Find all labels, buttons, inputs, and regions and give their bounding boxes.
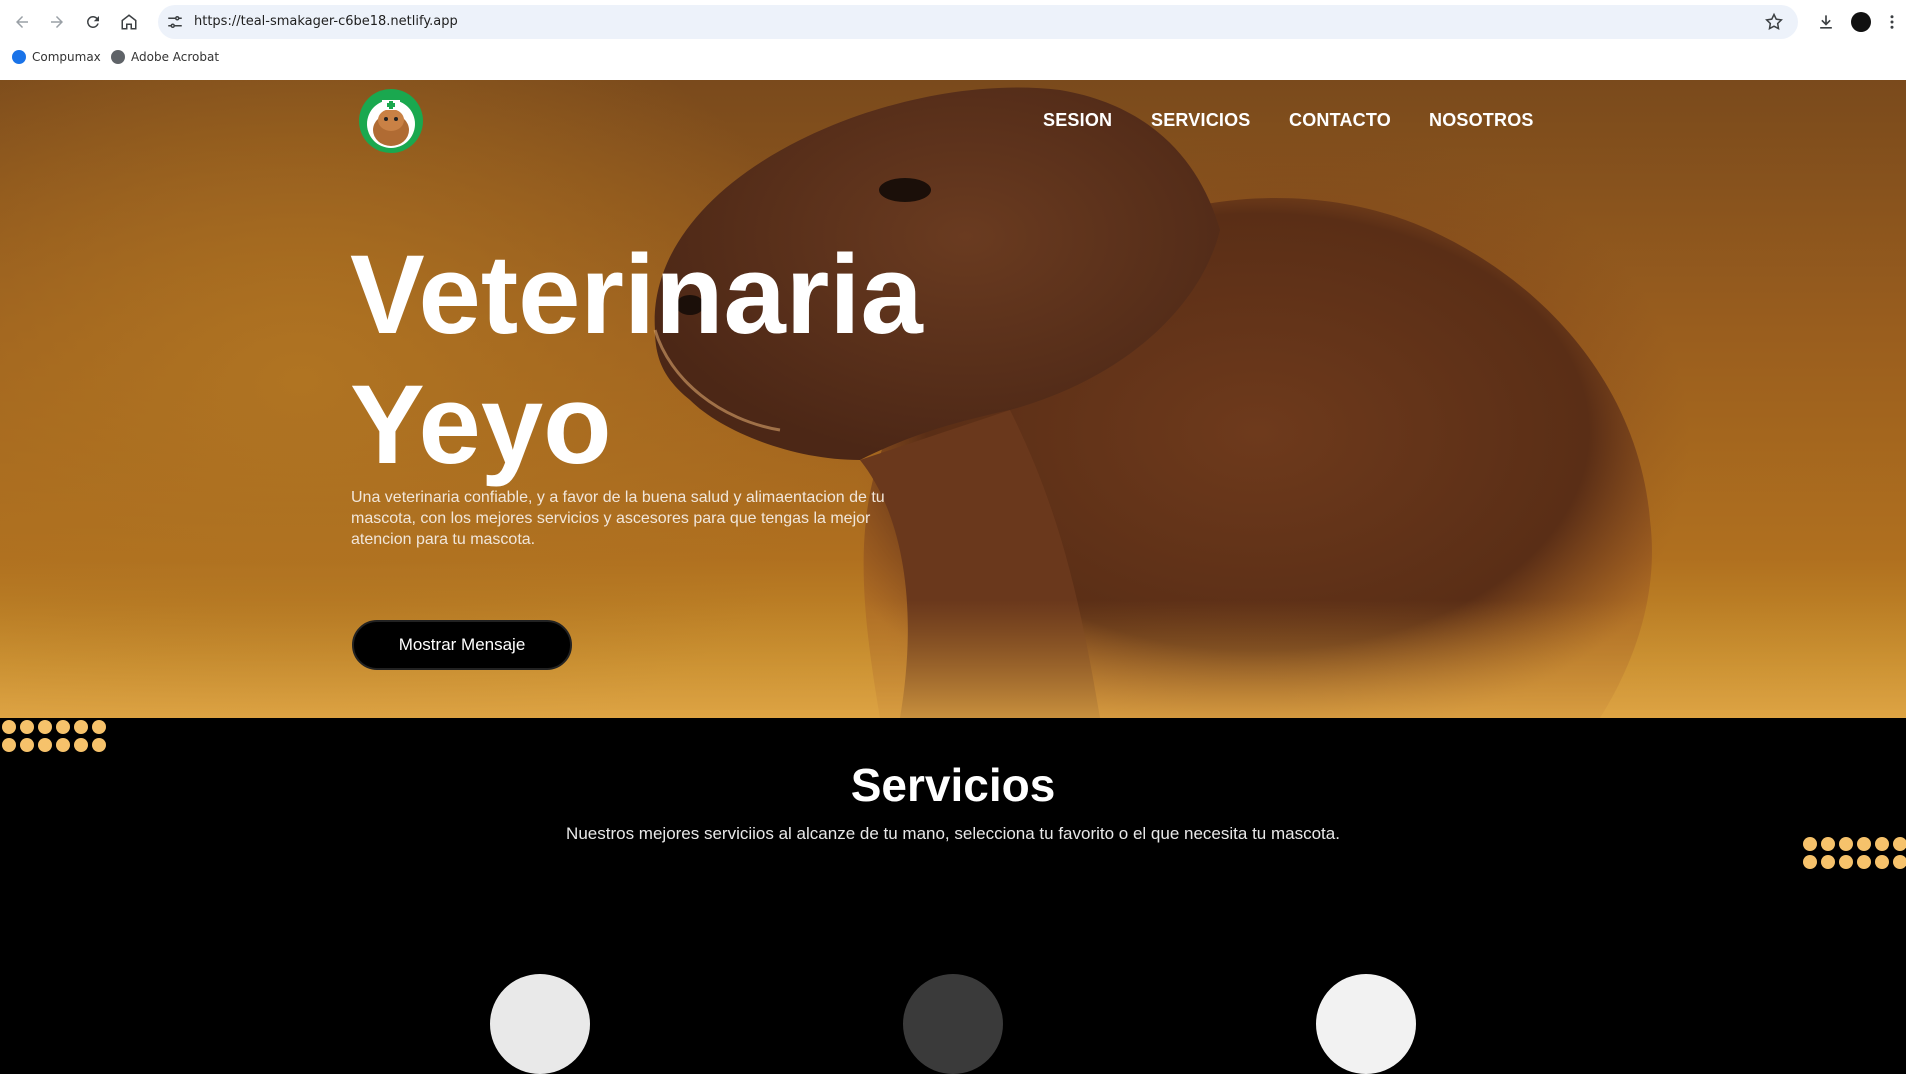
decorative-dots-left [2, 720, 106, 752]
services-subtitle: Nuestros mejores serviciios al alcanze d… [566, 824, 1340, 843]
forward-button[interactable] [45, 10, 69, 34]
browser-toolbar: https://teal-smakager-c6be18.netlify.app [0, 0, 1906, 44]
arrow-right-icon [51, 16, 63, 28]
bookmark-compumax[interactable]: Compumax [12, 50, 101, 64]
back-button[interactable] [10, 10, 34, 34]
service-card-3[interactable] [1316, 974, 1416, 1074]
service-card-1[interactable] [490, 974, 590, 1074]
menu-button[interactable] [1880, 10, 1904, 34]
web-page: SESION SERVICIOS CONTACTO NOSOTROS Veter… [0, 80, 1906, 981]
browser-chrome: https://teal-smakager-c6be18.netlify.app… [0, 0, 1906, 80]
site-logo[interactable] [358, 86, 424, 156]
hero-title: Veterinaria Yeyo [350, 230, 970, 490]
arrow-left-icon [16, 16, 28, 28]
nav-link-sesion[interactable]: SESION [1043, 110, 1112, 131]
hero-title-line-2: Yeyo [350, 362, 612, 487]
hero-title-line-1: Veterinaria [350, 232, 923, 357]
nav-link-nosotros[interactable]: NOSOTROS [1429, 110, 1534, 131]
bookmark-star-icon[interactable] [1764, 12, 1784, 32]
address-bar[interactable]: https://teal-smakager-c6be18.netlify.app [158, 5, 1798, 39]
avatar [1851, 12, 1871, 32]
home-icon [121, 14, 137, 30]
bookmarks-bar: Compumax Adobe Acrobat [0, 46, 1906, 72]
show-message-button[interactable]: Mostrar Mensaje [352, 620, 572, 670]
download-icon [1820, 15, 1832, 29]
kebab-menu-icon [1890, 15, 1894, 29]
url-text[interactable]: https://teal-smakager-c6be18.netlify.app [194, 14, 458, 29]
reload-icon [87, 16, 99, 28]
globe-icon [111, 50, 125, 64]
profile-button[interactable] [1849, 10, 1873, 34]
bookmark-label: Adobe Acrobat [131, 50, 220, 64]
reload-button[interactable] [81, 10, 105, 34]
nav-link-servicios[interactable]: SERVICIOS [1151, 110, 1251, 131]
hero-description: Una veterinaria confiable, y a favor de … [351, 489, 885, 548]
downloads-button[interactable] [1814, 10, 1838, 34]
site-info-icon[interactable] [166, 13, 184, 31]
bookmark-adobe-acrobat[interactable]: Adobe Acrobat [111, 50, 219, 64]
services-title: Servicios [850, 759, 1056, 811]
hero-section: SESION SERVICIOS CONTACTO NOSOTROS Veter… [0, 80, 1906, 718]
compumax-icon [12, 50, 26, 64]
bookmark-label: Compumax [32, 50, 101, 64]
nav-link-contacto[interactable]: CONTACTO [1289, 110, 1391, 131]
service-card-2[interactable] [903, 974, 1003, 1074]
home-button[interactable] [117, 10, 141, 34]
